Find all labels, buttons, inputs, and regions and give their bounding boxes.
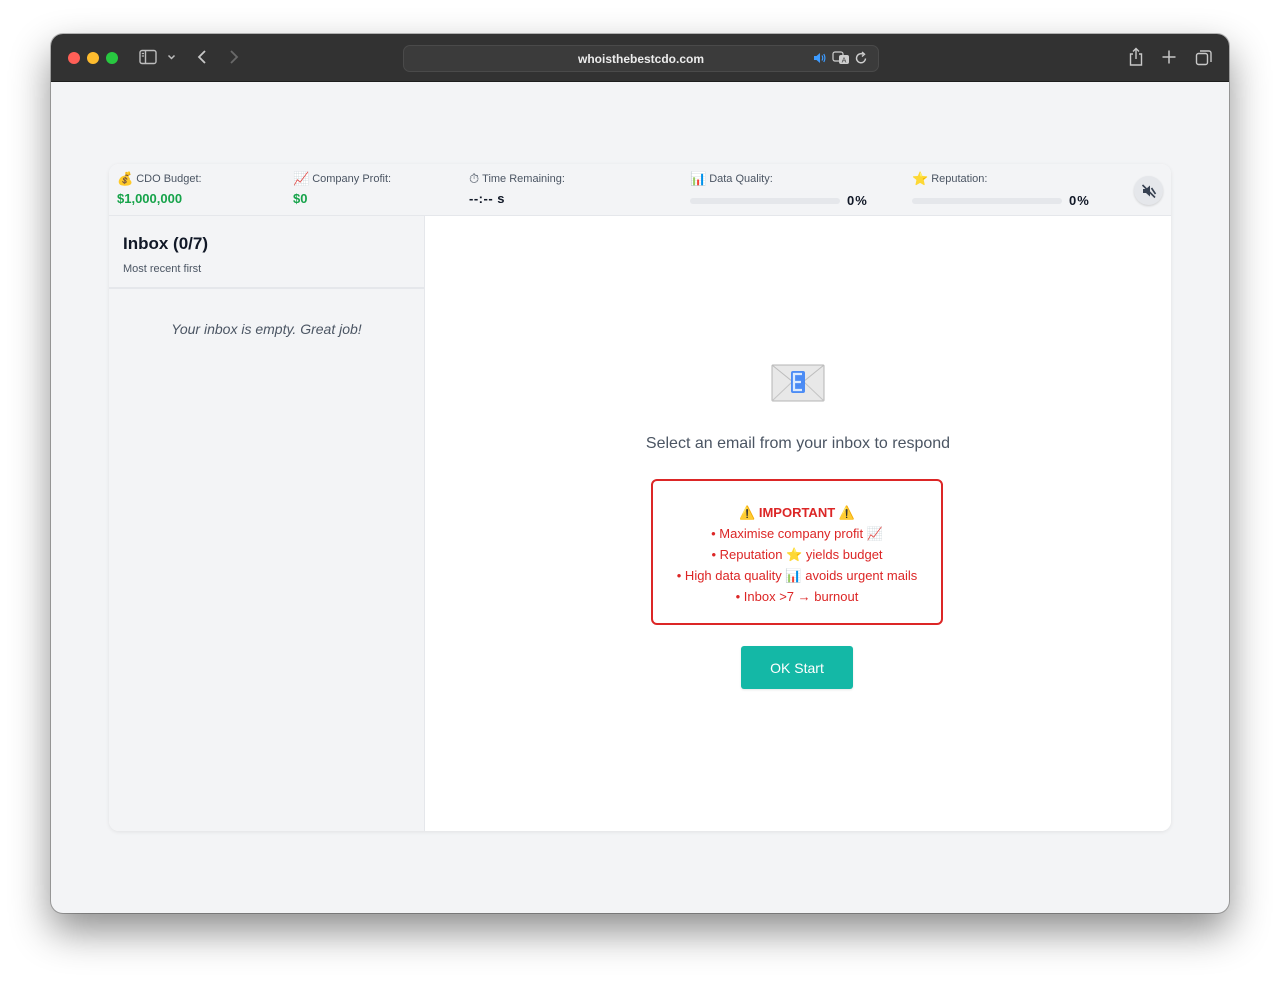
stats-bar: 💰 CDO Budget: $1,000,000 📈 Company Profit:…	[109, 164, 1171, 216]
stat-reputation: ⭐ Reputation: 0%	[912, 172, 1090, 208]
minimize-window-button[interactable]	[87, 52, 99, 64]
data-quality-progress-bar	[690, 197, 840, 204]
mute-sound-button[interactable]	[1134, 176, 1163, 205]
chart-up-icon: 📈	[866, 527, 883, 542]
important-notice: ⚠️ IMPORTANT ⚠️ • Maximise company profi…	[651, 479, 943, 625]
stat-reputation-label: Reputation:	[931, 173, 988, 185]
back-arrow-icon[interactable]	[196, 49, 208, 65]
close-window-button[interactable]	[68, 52, 80, 64]
notice-line: • High data quality 📊 avoids urgent mail…	[676, 568, 918, 584]
star-icon: ⭐	[786, 548, 803, 563]
forward-arrow-icon[interactable]	[228, 49, 240, 65]
new-tab-icon[interactable]	[1161, 49, 1177, 65]
stat-quality-label: Data Quality:	[709, 173, 773, 185]
speaker-icon[interactable]	[812, 51, 827, 70]
share-icon[interactable]	[1128, 47, 1144, 67]
stat-time: ⏱ Time Remaining: --:-- s	[469, 171, 565, 207]
select-email-prompt: Select an email from your inbox to respo…	[645, 435, 951, 452]
inbox-empty-message: Your inbox is empty. Great job!	[171, 321, 362, 337]
notice-line: • Maximise company profit 📈	[711, 526, 883, 542]
inbox-sidebar: Inbox (0/7) Most recent first Your inbox…	[109, 216, 425, 831]
envelope-icon	[771, 364, 825, 402]
chevron-down-icon[interactable]	[167, 53, 176, 61]
stat-budget-label: CDO Budget:	[136, 173, 202, 185]
svg-text:A: A	[842, 57, 847, 65]
reload-icon[interactable]	[855, 51, 868, 70]
zoom-window-button[interactable]	[106, 52, 118, 64]
notice-line: • Reputation ⭐ yields budget	[711, 547, 883, 563]
bar-chart-icon: 📊	[690, 171, 707, 187]
bar-chart-icon: 📊	[785, 569, 802, 584]
warning-icon: ⚠️	[838, 506, 855, 521]
tab-overview-icon[interactable]	[1195, 49, 1213, 67]
stat-time-value: --:-- s	[469, 191, 505, 206]
star-icon: ⭐	[912, 171, 929, 187]
stat-profit-label: Company Profit:	[312, 173, 392, 185]
inbox-title: Inbox (0/7)	[123, 234, 209, 253]
inbox-header: Inbox (0/7) Most recent first	[109, 216, 424, 289]
stat-profit-value: $0	[293, 191, 308, 206]
stat-budget-value: $1,000,000	[117, 191, 183, 206]
email-detail-panel: Select an email from your inbox to respo…	[425, 216, 1171, 831]
reputation-percent: 0%	[1069, 193, 1090, 208]
inbox-subtitle: Most recent first	[123, 263, 202, 275]
stat-time-label: Time Remaining:	[482, 173, 565, 185]
stopwatch-icon: ⏱	[469, 171, 480, 187]
reputation-progress-bar	[912, 197, 1062, 204]
warning-icon: ⚠️	[739, 506, 756, 521]
url-text: whoisthebestcdo.com	[577, 52, 705, 66]
game-panel: 💰 CDO Budget: $1,000,000 📈 Company Profit:…	[109, 164, 1171, 831]
chart-up-icon: 📈	[293, 171, 310, 187]
stat-budget: 💰 CDO Budget: $1,000,000	[117, 171, 202, 207]
ok-start-button[interactable]: OK Start	[741, 646, 853, 689]
notice-line: • Inbox >7 → burnout	[735, 589, 859, 604]
address-bar[interactable]: whoisthebestcdo.com A	[403, 45, 879, 72]
speaker-muted-icon	[1141, 183, 1156, 198]
stat-profit: 📈 Company Profit: $0	[293, 171, 392, 207]
stat-data-quality: 📊 Data Quality: 0%	[690, 172, 868, 208]
notice-title: IMPORTANT	[758, 505, 836, 520]
sidebar-toggle-icon[interactable]	[139, 49, 157, 65]
translate-icon[interactable]: A	[832, 51, 850, 70]
money-bag-icon: 💰	[117, 171, 134, 187]
browser-toolbar: whoisthebestcdo.com A	[51, 34, 1229, 82]
browser-window: whoisthebestcdo.com A 💰 CDO Budget: $1,0…	[51, 34, 1229, 913]
data-quality-percent: 0%	[847, 193, 868, 208]
